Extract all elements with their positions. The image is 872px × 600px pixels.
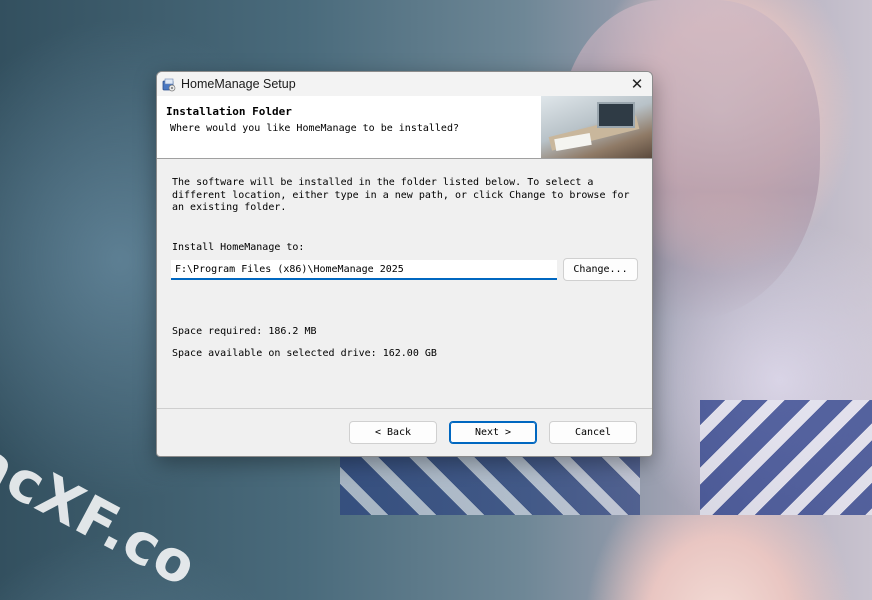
installer-icon	[162, 77, 176, 92]
close-button[interactable]: ✕	[622, 72, 652, 96]
window-title: HomeManage Setup	[181, 77, 296, 91]
close-icon: ✕	[630, 75, 644, 93]
cancel-button-label: Cancel	[574, 427, 612, 438]
install-location-label: Install HomeManage to:	[172, 242, 305, 253]
back-button-label: < Back	[374, 427, 412, 438]
install-path-input[interactable]	[171, 260, 557, 280]
background-photo-stripes	[700, 400, 872, 515]
description-text: The software will be installed in the fo…	[172, 177, 630, 213]
banner-image	[541, 96, 652, 158]
space-required-text: Space required: 186.2 MB	[172, 326, 317, 337]
back-button[interactable]: < Back	[349, 421, 437, 444]
background-photo-stripes-lower	[340, 455, 640, 515]
setup-dialog: HomeManage Setup ✕ Installation Folder W…	[156, 71, 653, 457]
title-bar[interactable]: HomeManage Setup ✕	[157, 72, 652, 97]
space-available-text: Space available on selected drive: 162.0…	[172, 348, 437, 359]
change-button-label: Change...	[573, 264, 628, 275]
banner-image-monitor	[597, 102, 635, 128]
header-banner: Installation Folder Where would you like…	[157, 96, 652, 159]
banner-title: Installation Folder	[166, 105, 292, 118]
footer-separator	[157, 408, 652, 409]
change-button[interactable]: Change...	[563, 258, 638, 281]
next-button-label: Next >	[474, 427, 512, 438]
banner-subtitle: Where would you like HomeManage to be in…	[170, 123, 459, 134]
next-button[interactable]: Next >	[449, 421, 537, 444]
cancel-button[interactable]: Cancel	[549, 421, 637, 444]
